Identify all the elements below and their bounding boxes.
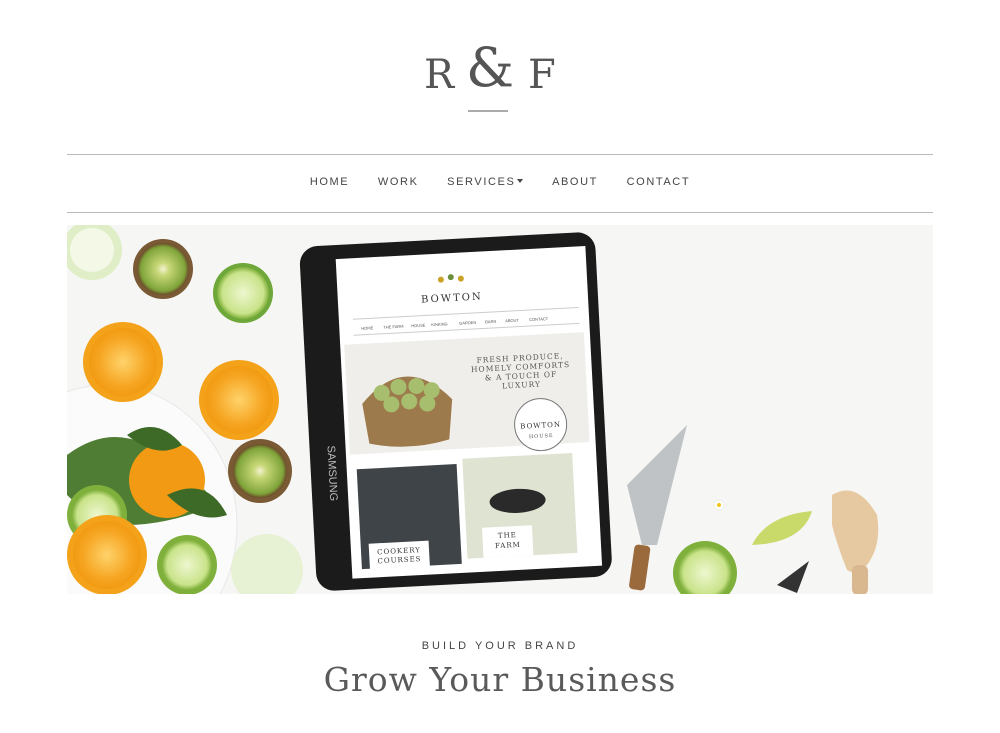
- wooden-juicer: [832, 490, 879, 594]
- svg-text:THE FARM: THE FARM: [383, 324, 403, 330]
- hero-illustration: SAMSUNG BOWTON HOME THE FARM HOUSE KINKI…: [67, 225, 879, 594]
- logo-letter-r: R: [424, 52, 455, 98]
- nav-item-contact[interactable]: CONTACT: [627, 176, 691, 188]
- svg-text:CONTACT: CONTACT: [529, 316, 549, 322]
- nav-top-divider: [67, 154, 933, 155]
- svg-text:GARDEN: GARDEN: [459, 320, 476, 326]
- leaf: [752, 511, 812, 545]
- main-nav: HOME WORK SERVICES ABOUT CONTACT: [0, 176, 1000, 188]
- svg-text:BARN: BARN: [485, 319, 496, 325]
- section-kicker: BUILD YOUR BRAND: [421, 640, 579, 652]
- svg-text:HOUSE: HOUSE: [411, 322, 426, 328]
- svg-text:THE: THE: [498, 531, 517, 540]
- svg-text:ABOUT: ABOUT: [505, 318, 520, 324]
- nav-bottom-divider: [67, 212, 933, 213]
- section-headline: Grow Your Business: [323, 660, 677, 699]
- apple: [231, 534, 303, 594]
- svg-text:HOME: HOME: [361, 325, 374, 331]
- nav-item-about[interactable]: ABOUT: [552, 176, 598, 188]
- nav-item-work[interactable]: WORK: [378, 176, 419, 188]
- hero-image: SAMSUNG BOWTON HOME THE FARM HOUSE KINKI…: [67, 225, 933, 594]
- nav-item-services[interactable]: SERVICES: [447, 176, 524, 188]
- site-logo[interactable]: R & F: [418, 36, 556, 116]
- nav-item-home[interactable]: HOME: [310, 176, 349, 188]
- nav-item-services-label: SERVICES: [447, 176, 516, 188]
- svg-text:KINKING: KINKING: [431, 321, 448, 327]
- logo-underline: [468, 110, 508, 112]
- tablet: SAMSUNG BOWTON HOME THE FARM HOUSE KINKI…: [299, 232, 612, 591]
- logo-ampersand: &: [466, 36, 515, 99]
- svg-text:FARM: FARM: [495, 541, 521, 550]
- chevron-down-icon: [517, 179, 524, 183]
- logo-letter-f: F: [528, 52, 556, 98]
- knife-2: [777, 561, 809, 593]
